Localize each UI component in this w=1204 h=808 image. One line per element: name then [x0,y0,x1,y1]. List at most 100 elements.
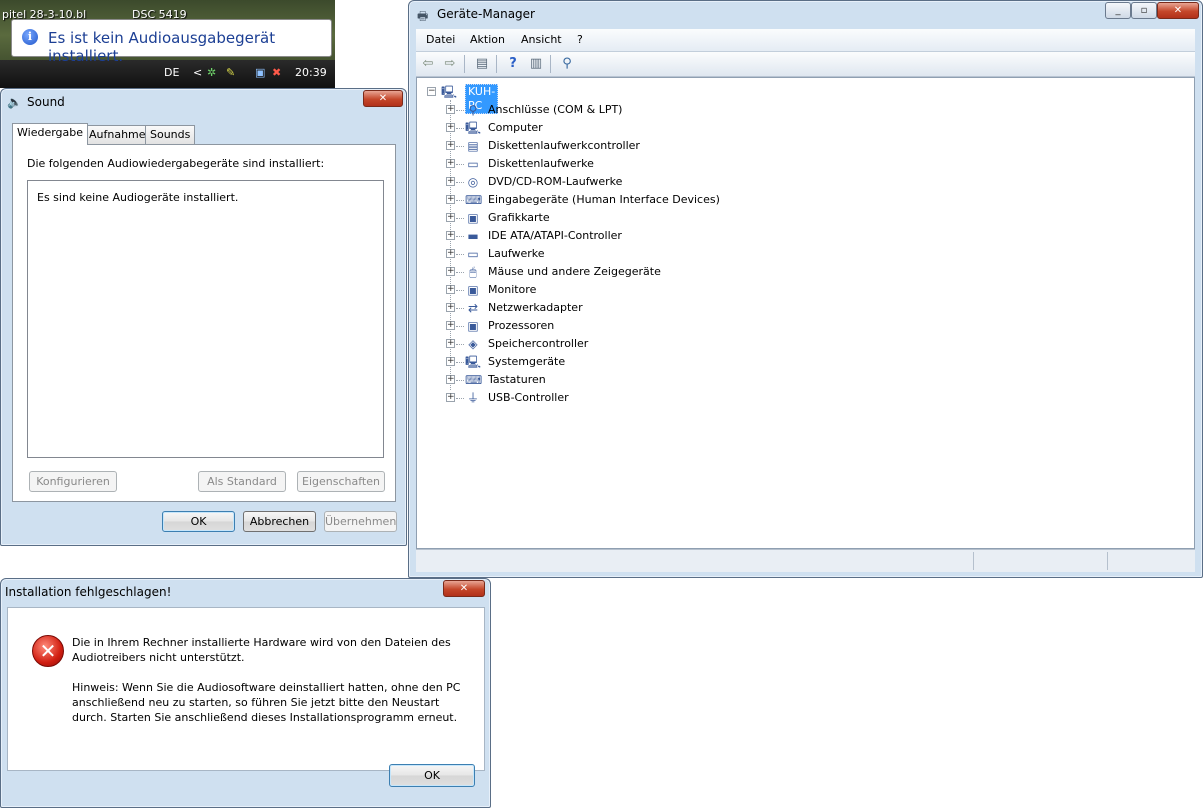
tree-item-label: Mäuse und andere Zeigegeräte [488,265,661,278]
expand-icon[interactable]: + [446,159,455,168]
tree-item-label: Systemgeräte [488,355,566,368]
network-adapter-icon: ⇄ [467,301,479,315]
menu-ansicht[interactable]: Ansicht [521,33,562,46]
toolbar: ⇦ ⇨ ▤ ? ▥ ⚲ [416,52,1195,77]
storage-controller-icon: ◈ [468,337,478,351]
menu-aktion[interactable]: Aktion [470,33,505,46]
tab-aufnahme[interactable]: Aufnahme [84,125,151,144]
set-default-button[interactable]: Als Standard [198,471,286,492]
window-title: Installation fehlgeschlagen! [5,585,172,599]
tree-connector [456,146,464,147]
cancel-button[interactable]: Abbrechen [243,511,316,532]
tray-app-icon[interactable]: ✲ [207,66,216,79]
expand-icon[interactable]: + [446,105,455,114]
expand-icon[interactable]: + [446,123,455,132]
menu-datei[interactable]: Datei [426,33,455,46]
titlebar[interactable]: Installation fehlgeschlagen! ✕ [1,579,490,605]
expand-icon[interactable]: + [446,249,455,258]
maximize-button[interactable]: ▫ [1131,2,1157,19]
show-hidden-icons-chevron[interactable]: < [193,66,202,79]
tree-connector [456,326,464,327]
tree-item-label: Diskettenlaufwerke [488,157,594,170]
floppy-controller-icon: ▤ [467,139,479,153]
expand-icon[interactable]: + [446,195,455,204]
tree-connector [456,236,464,237]
expand-icon[interactable]: + [446,339,455,348]
console-tree-icon[interactable]: ▥ [528,56,544,72]
volume-muted-icon[interactable]: ✖ [272,66,281,79]
device-tree: − 🖳 KUH-PC + ⚲ Anschlüsse (COM & LPT) + 🖳 Com… [416,77,1195,549]
expand-icon[interactable]: + [446,177,455,186]
expand-icon[interactable]: + [446,357,455,366]
status-divider [1107,552,1108,570]
tree-item-label: DVD/CD-ROM-Laufwerke [488,175,623,188]
help-icon[interactable]: ? [505,56,521,72]
language-indicator[interactable]: DE [164,66,179,79]
tree-item-label: Tastaturen [488,373,546,386]
expand-icon[interactable]: + [446,321,455,330]
ok-button[interactable]: OK [389,764,475,787]
back-arrow-icon[interactable]: ⇦ [420,56,436,72]
tree-connector [456,398,464,399]
menu-bar: Datei Aktion Ansicht ? [416,29,1195,52]
keyboard-icon: ⌨ [465,373,483,387]
configure-button[interactable]: Konfigurieren [29,471,117,492]
tree-connector [456,362,464,363]
status-bar [416,549,1195,572]
close-button[interactable]: ✕ [363,90,403,107]
tab-wiedergabe[interactable]: Wiedergabe [12,123,89,145]
tree-item-label: Prozessoren [488,319,555,332]
collapse-icon[interactable]: − [427,87,436,96]
expand-icon[interactable]: + [446,285,455,294]
tree-connector [456,344,464,345]
hid-icon: ⌨ [465,193,483,207]
cdrom-icon: ◎ [467,175,479,189]
tree-item-label: Eingabegeräte (Human Interface Devices) [488,193,720,206]
tab-sounds[interactable]: Sounds [145,125,196,144]
toolbar-separator [550,55,551,73]
computer-icon: 🖳 [465,121,482,135]
network-icon[interactable]: ▣ [255,66,265,79]
forward-arrow-icon[interactable]: ⇨ [442,56,458,72]
device-manager-app-icon[interactable]: 🖶 [417,7,428,28]
ok-button[interactable]: OK [162,511,235,532]
notification-balloon[interactable]: i Es ist kein Audioausgabegerät installi… [11,19,332,65]
error-icon: ✕ [32,635,64,667]
expand-icon[interactable]: + [446,231,455,240]
tree-item-label: Monitore [488,283,537,296]
error-hint: Hinweis: Wenn Sie die Audiosoftware dein… [72,681,461,724]
properties-view-icon[interactable]: ▤ [474,56,490,72]
close-button[interactable]: ✕ [443,580,485,597]
processor-icon: ▣ [467,319,479,333]
menu-help[interactable]: ? [577,33,583,46]
tree-item-label: Diskettenlaufwerkcontroller [488,139,640,152]
expand-icon[interactable]: + [446,393,455,402]
expand-icon[interactable]: + [446,375,455,384]
tree-item-label: Netzwerkadapter [488,301,583,314]
system-device-icon: 🖳 [465,355,482,369]
tree-item-label: USB-Controller [488,391,569,404]
expand-icon[interactable]: + [446,141,455,150]
close-button[interactable]: ✕ [1157,2,1199,19]
titlebar[interactable]: 🔈 Sound ✕ [1,89,406,115]
info-icon: i [22,29,38,45]
status-divider [973,552,974,570]
expand-icon[interactable]: + [446,267,455,276]
tree-connector [456,110,464,111]
tree-connector [456,308,464,309]
error-message: Die in Ihrem Rechner installierte Hardwa… [72,636,451,664]
minimize-button[interactable]: _ [1105,2,1131,19]
computer-icon: 🖳 [441,85,458,99]
tab-panel: Die folgenden Audiowiedergabegeräte sind… [12,144,396,502]
apply-button[interactable]: Übernehmen [324,511,397,532]
scan-hardware-icon[interactable]: ⚲ [559,56,575,72]
titlebar[interactable]: 🖶 Geräte-Manager _ ▫ ✕ [409,1,1202,27]
expand-icon[interactable]: + [446,213,455,222]
mouse-icon: 🖱 [469,265,477,279]
tray-app-icon[interactable]: ✎ [226,66,235,79]
device-manager-window: 🖶 Geräte-Manager _ ▫ ✕ Datei Aktion Ansi… [408,0,1203,578]
playback-device-list[interactable]: Es sind keine Audiogeräte installiert. [27,180,384,458]
clock[interactable]: 20:39 [295,66,327,79]
properties-button[interactable]: Eigenschaften [297,471,385,492]
expand-icon[interactable]: + [446,303,455,312]
